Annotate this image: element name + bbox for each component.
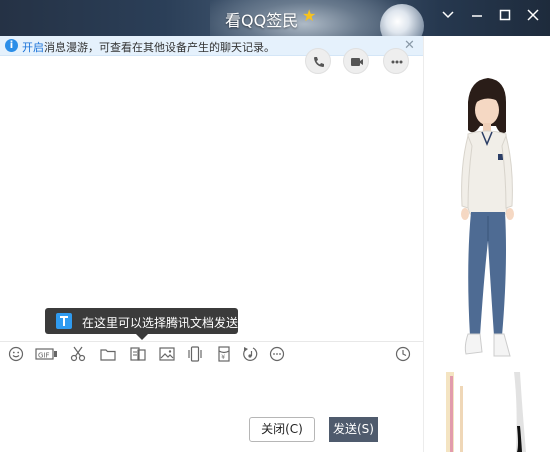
more-actions-button[interactable] <box>383 48 409 74</box>
minimize-button[interactable] <box>467 8 487 28</box>
chat-message-area[interactable] <box>0 57 423 340</box>
phone-icon <box>314 57 324 67</box>
red-packet-icon[interactable]: ¥ <box>215 345 233 363</box>
title-bar: 看QQ签民 ★ <box>0 0 550 36</box>
message-input[interactable] <box>0 365 423 415</box>
close-button[interactable] <box>523 8 543 28</box>
notice-text: 消息漫游，可查看在其他设备产生的聊天记录。 <box>44 41 275 54</box>
gif-icon[interactable]: GIF <box>35 345 59 363</box>
enable-roaming-link[interactable]: 开启 <box>22 39 44 55</box>
video-call-button[interactable] <box>343 48 369 74</box>
voice-call-button[interactable] <box>305 48 331 74</box>
info-icon: i <box>5 39 18 52</box>
scissors-icon[interactable] <box>69 345 87 363</box>
send-button[interactable]: 发送(S) <box>329 417 378 442</box>
more-dots-icon <box>391 60 403 64</box>
more-icon[interactable] <box>268 345 286 363</box>
emoji-icon[interactable] <box>7 345 25 363</box>
close-chat-button[interactable]: 关闭(C) <box>249 417 315 442</box>
image-icon[interactable] <box>158 345 176 363</box>
tencent-doc-icon[interactable] <box>129 345 147 363</box>
tencent-doc-logo-icon <box>56 313 72 329</box>
maximize-button[interactable] <box>495 8 515 28</box>
history-clock-icon[interactable] <box>394 345 412 363</box>
avatar-show-figure <box>446 78 526 452</box>
window-title: 看QQ签民 <box>225 11 299 30</box>
music-icon[interactable] <box>241 345 259 363</box>
video-camera-icon <box>351 58 363 66</box>
tooltip-text: 在这里可以选择腾讯文档发送 <box>82 316 239 330</box>
svg-text:¥: ¥ <box>221 354 225 361</box>
shake-icon[interactable] <box>186 345 204 363</box>
avatar-show-panel <box>423 36 550 452</box>
folder-icon[interactable] <box>99 345 117 363</box>
star-icon: ★ <box>302 6 317 25</box>
tencent-doc-tooltip: 在这里可以选择腾讯文档发送 <box>45 308 239 340</box>
chevron-down-icon[interactable] <box>438 8 458 28</box>
gif-label: GIF <box>38 352 50 360</box>
chat-toolbar: GIF ¥ <box>0 341 423 365</box>
notice-close-icon[interactable]: ✕ <box>404 38 415 53</box>
